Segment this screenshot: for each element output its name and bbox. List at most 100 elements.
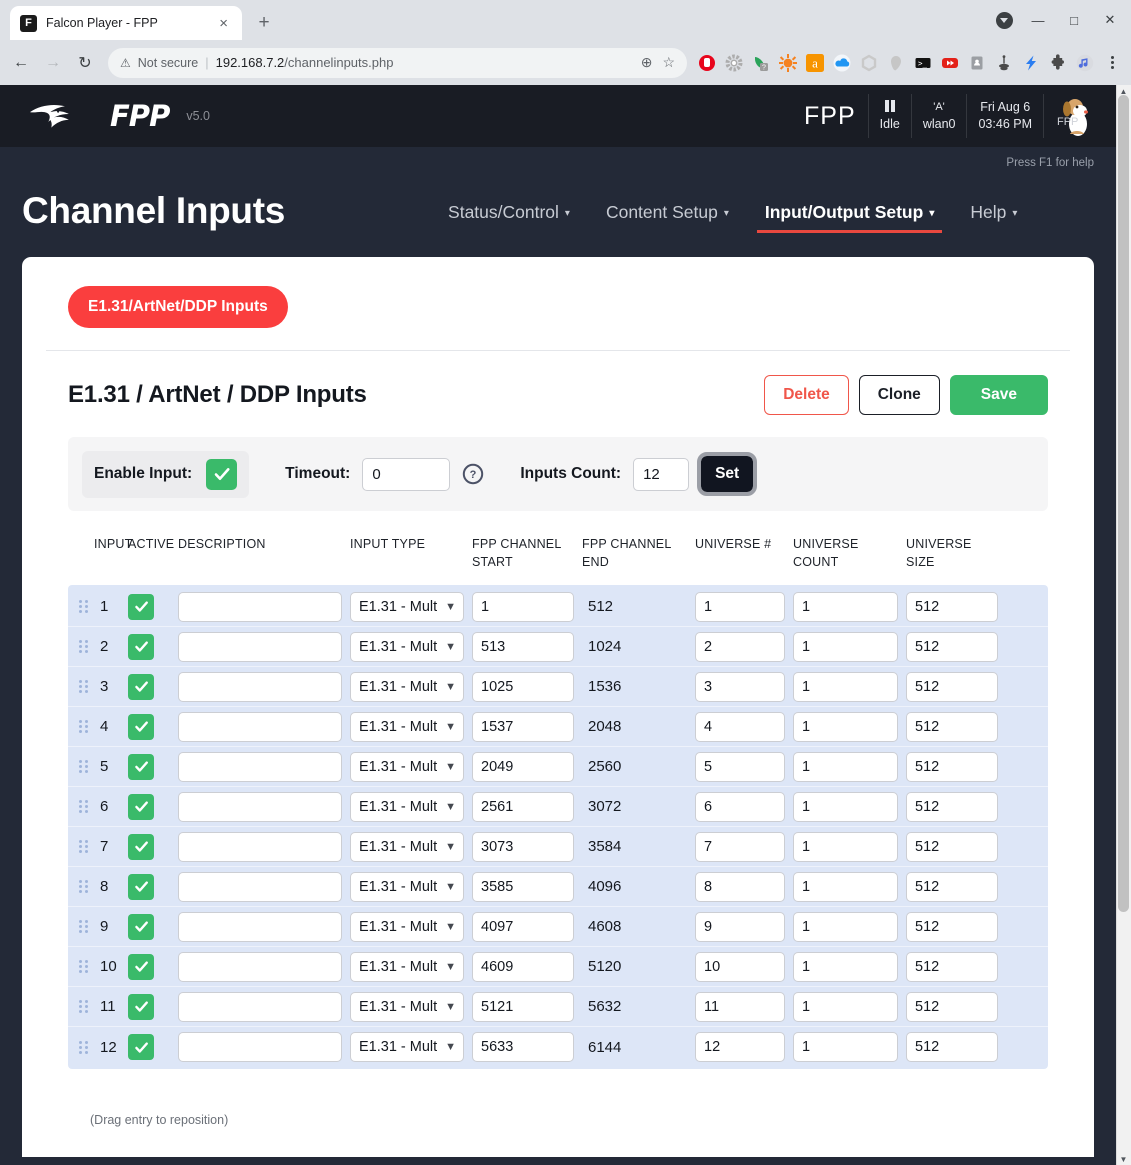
description-input[interactable]	[178, 952, 342, 982]
channel-start-input[interactable]	[472, 832, 574, 862]
menu-status-control[interactable]: Status/Control▾	[430, 198, 588, 233]
universe-size-input[interactable]	[906, 952, 998, 982]
universe-count-input[interactable]	[793, 632, 898, 662]
description-input[interactable]	[178, 792, 342, 822]
channel-start-input[interactable]	[472, 912, 574, 942]
ublock-origin-icon[interactable]	[695, 51, 719, 75]
universe-count-input[interactable]	[793, 872, 898, 902]
universe-input[interactable]	[695, 632, 785, 662]
browser-tab[interactable]: F Falcon Player - FPP ×	[10, 6, 242, 40]
avatar[interactable]: FPP	[1043, 94, 1096, 138]
universe-size-input[interactable]	[906, 1032, 998, 1062]
set-inputs-count-button[interactable]: Set	[701, 456, 753, 492]
maximize-icon[interactable]: □	[1057, 6, 1091, 34]
menu-input-output-setup[interactable]: Input/Output Setup▾	[747, 198, 952, 233]
balloon-icon[interactable]	[884, 51, 908, 75]
universe-count-input[interactable]	[793, 592, 898, 622]
channel-start-input[interactable]	[472, 1032, 574, 1062]
bookmark-star-icon[interactable]: ☆	[662, 54, 675, 71]
status-network[interactable]: 'A' wlan0	[911, 94, 967, 138]
input-type-select[interactable]: E1.31 - MulticastE1.31 - UnicastArtNetDD…	[350, 712, 464, 742]
description-input[interactable]	[178, 752, 342, 782]
universe-count-input[interactable]	[793, 912, 898, 942]
joystick-icon[interactable]	[992, 51, 1016, 75]
drag-handle[interactable]	[68, 760, 90, 773]
drag-handle[interactable]	[68, 800, 90, 813]
channel-start-input[interactable]	[472, 792, 574, 822]
universe-count-input[interactable]	[793, 752, 898, 782]
universe-count-input[interactable]	[793, 1032, 898, 1062]
channel-start-input[interactable]	[472, 672, 574, 702]
input-type-select[interactable]: E1.31 - MulticastE1.31 - UnicastArtNetDD…	[350, 592, 464, 622]
drag-handle[interactable]	[68, 920, 90, 933]
drag-handle[interactable]	[68, 720, 90, 733]
delete-button[interactable]: Delete	[764, 375, 849, 415]
reload-icon[interactable]: ↻	[70, 48, 100, 78]
universe-input[interactable]	[695, 712, 785, 742]
universe-size-input[interactable]	[906, 912, 998, 942]
scroll-down-icon[interactable]: ▼	[1117, 1153, 1130, 1165]
input-type-select[interactable]: E1.31 - MulticastE1.31 - UnicastArtNetDD…	[350, 1032, 464, 1062]
row-active-checkbox[interactable]	[128, 834, 154, 860]
universe-input[interactable]	[695, 872, 785, 902]
timeout-input[interactable]	[362, 458, 450, 491]
close-tab-icon[interactable]: ×	[215, 14, 232, 33]
puzzle-icon[interactable]	[1046, 51, 1070, 75]
menu-content-setup[interactable]: Content Setup▾	[588, 198, 747, 233]
input-type-select[interactable]: E1.31 - MulticastE1.31 - UnicastArtNetDD…	[350, 672, 464, 702]
tab-e131-artnet-ddp-inputs[interactable]: E1.31/ArtNet/DDP Inputs	[68, 286, 288, 328]
universe-size-input[interactable]	[906, 672, 998, 702]
menu-help[interactable]: Help▾	[952, 198, 1035, 233]
universe-size-input[interactable]	[906, 992, 998, 1022]
new-tab-button[interactable]: +	[250, 9, 278, 37]
universe-input[interactable]	[695, 752, 785, 782]
universe-size-input[interactable]	[906, 872, 998, 902]
channel-start-input[interactable]	[472, 592, 574, 622]
description-input[interactable]	[178, 832, 342, 862]
fpp-logo[interactable]: FPP v5.0	[28, 99, 210, 133]
description-input[interactable]	[178, 912, 342, 942]
universe-count-input[interactable]	[793, 952, 898, 982]
music-icon[interactable]	[1073, 51, 1097, 75]
description-input[interactable]	[178, 632, 342, 662]
phone-extension-icon[interactable]: ?	[749, 51, 773, 75]
row-active-checkbox[interactable]	[128, 954, 154, 980]
amazon-icon[interactable]: a	[803, 51, 827, 75]
universe-input[interactable]	[695, 992, 785, 1022]
universe-count-input[interactable]	[793, 712, 898, 742]
gear-extension-icon[interactable]	[722, 51, 746, 75]
description-input[interactable]	[178, 992, 342, 1022]
terminal-icon[interactable]: >_	[911, 51, 935, 75]
channel-start-input[interactable]	[472, 952, 574, 982]
universe-input[interactable]	[695, 1032, 785, 1062]
input-type-select[interactable]: E1.31 - MulticastE1.31 - UnicastArtNetDD…	[350, 992, 464, 1022]
row-active-checkbox[interactable]	[128, 634, 154, 660]
address-bar[interactable]: ⚠ Not secure | 192.168.7.2/channelinputs…	[108, 48, 687, 78]
universe-input[interactable]	[695, 792, 785, 822]
description-input[interactable]	[178, 592, 342, 622]
universe-count-input[interactable]	[793, 672, 898, 702]
profile-avatar-icon[interactable]	[989, 6, 1019, 34]
save-button[interactable]: Save	[950, 375, 1048, 415]
channel-start-input[interactable]	[472, 992, 574, 1022]
description-input[interactable]	[178, 672, 342, 702]
minimize-icon[interactable]: —	[1021, 6, 1055, 34]
forward-icon[interactable]: →	[38, 48, 68, 78]
universe-input[interactable]	[695, 912, 785, 942]
input-type-select[interactable]: E1.31 - MulticastE1.31 - UnicastArtNetDD…	[350, 792, 464, 822]
drag-handle[interactable]	[68, 600, 90, 613]
close-window-icon[interactable]: ✕	[1093, 6, 1127, 34]
drag-handle[interactable]	[68, 880, 90, 893]
row-active-checkbox[interactable]	[128, 994, 154, 1020]
hex-icon[interactable]	[857, 51, 881, 75]
drag-handle[interactable]	[68, 960, 90, 973]
universe-input[interactable]	[695, 952, 785, 982]
row-active-checkbox[interactable]	[128, 1034, 154, 1060]
page-scrollbar[interactable]: ▲ ▼	[1116, 85, 1131, 1165]
sun-extension-icon[interactable]	[776, 51, 800, 75]
drag-handle[interactable]	[68, 840, 90, 853]
universe-count-input[interactable]	[793, 832, 898, 862]
page-scrollbar-thumb[interactable]	[1118, 95, 1129, 912]
drag-handle[interactable]	[68, 640, 90, 653]
channel-start-input[interactable]	[472, 872, 574, 902]
